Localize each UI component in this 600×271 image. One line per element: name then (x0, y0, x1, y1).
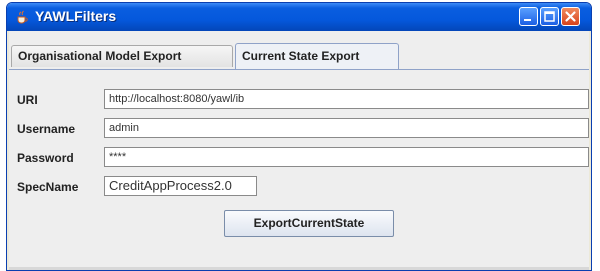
window-bottom-border (9, 267, 589, 270)
java-cup-icon (17, 10, 28, 24)
specname-label: SpecName (17, 180, 79, 194)
uri-label: URI (17, 93, 38, 107)
tab-organisational-model-export[interactable]: Organisational Model Export (11, 45, 233, 67)
tab-current-state-export[interactable]: Current State Export (235, 43, 399, 69)
app-window: YAWLFilters Organisational Model Export … (6, 2, 592, 271)
close-button[interactable] (561, 7, 580, 26)
uri-field[interactable]: http://localhost:8080/yawl/ib (104, 89, 589, 109)
export-current-state-button[interactable]: ExportCurrentState (224, 210, 394, 237)
window-content: Organisational Model Export Current Stat… (9, 31, 589, 270)
title-bar[interactable]: YAWLFilters (7, 3, 591, 31)
password-field[interactable]: **** (104, 147, 589, 167)
specname-field[interactable]: CreditAppProcess2.0 (104, 176, 257, 196)
username-field[interactable]: admin (104, 118, 589, 138)
current-state-export-panel: URI http://localhost:8080/yawl/ib Userna… (9, 70, 589, 270)
maximize-icon (544, 11, 555, 22)
maximize-button[interactable] (540, 7, 559, 26)
minimize-icon (524, 19, 531, 21)
username-label: Username (17, 122, 76, 136)
password-label: Password (17, 151, 74, 165)
tab-strip: Organisational Model Export Current Stat… (9, 31, 589, 70)
close-icon (565, 11, 576, 22)
window-title: YAWLFilters (35, 8, 117, 24)
minimize-button[interactable] (519, 7, 538, 26)
